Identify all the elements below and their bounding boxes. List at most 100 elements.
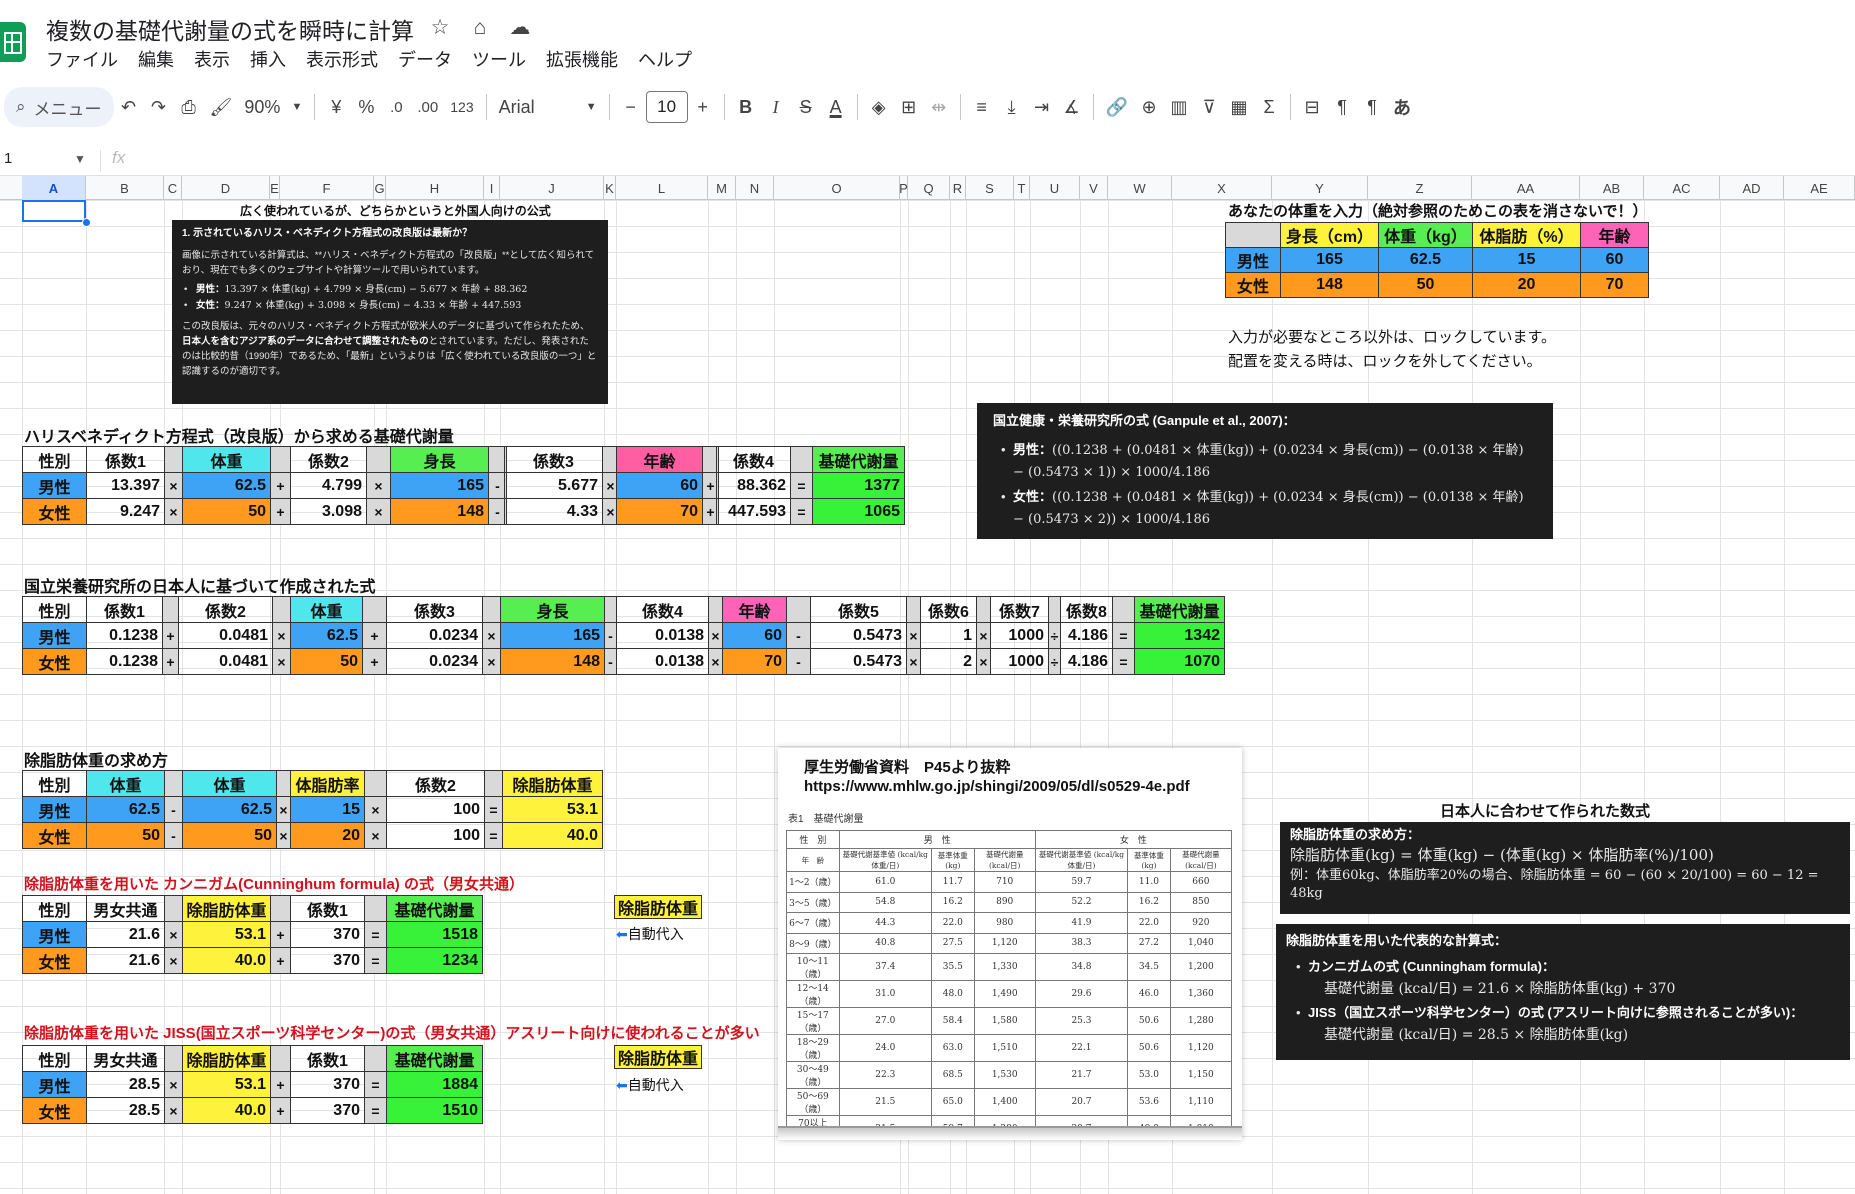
menu-insert[interactable]: 挿入 xyxy=(250,46,286,72)
strikethrough-button[interactable]: S xyxy=(791,89,821,125)
column-header[interactable]: U xyxy=(1030,176,1080,200)
ltr-icon[interactable]: ¶ xyxy=(1327,89,1357,125)
menu-view[interactable]: 表示 xyxy=(194,46,230,72)
functions-icon[interactable]: Σ xyxy=(1254,89,1284,125)
table-cell: 10～11（歳） xyxy=(786,953,840,981)
menu-help[interactable]: ヘルプ xyxy=(638,46,692,72)
selected-cell[interactable] xyxy=(22,200,86,222)
increase-font-size-icon[interactable]: + xyxy=(688,89,718,125)
column-header[interactable]: AE xyxy=(1784,176,1855,200)
menu-data[interactable]: データ xyxy=(398,46,452,72)
column-header[interactable]: C xyxy=(164,176,182,200)
menu-extensions[interactable]: 拡張機能 xyxy=(546,46,618,72)
vertical-align-icon[interactable]: ⤓ xyxy=(997,89,1027,125)
cun-autofill[interactable]: ⬅自動代入 xyxy=(616,924,684,944)
filter-views-icon[interactable]: ▦ xyxy=(1224,89,1254,125)
rtl-icon[interactable]: ¶ xyxy=(1357,89,1387,125)
column-header[interactable]: Z xyxy=(1368,176,1472,200)
fill-color-icon[interactable]: ◈ xyxy=(864,89,894,125)
table-value: 20 xyxy=(290,822,365,849)
column-header[interactable]: I xyxy=(484,176,500,200)
input-male-bodyfat[interactable]: 15 xyxy=(1472,247,1581,273)
column-header[interactable]: L xyxy=(616,176,708,200)
column-header[interactable]: AD xyxy=(1720,176,1784,200)
column-header[interactable]: A xyxy=(22,176,86,200)
column-header[interactable]: N xyxy=(736,176,774,200)
document-title[interactable]: 複数の基礎代謝量の式を瞬時に計算 xyxy=(46,12,414,46)
currency-button[interactable]: ¥ xyxy=(321,89,351,125)
column-header[interactable]: E xyxy=(270,176,280,200)
print-icon[interactable]: ⎙ xyxy=(174,89,204,125)
input-female-bodyfat[interactable]: 20 xyxy=(1472,272,1581,298)
undo-icon[interactable]: ↶ xyxy=(114,89,144,125)
text-color-button[interactable]: A xyxy=(821,89,851,125)
input-male-weight[interactable]: 62.5 xyxy=(1378,247,1473,273)
column-header[interactable]: K xyxy=(604,176,616,200)
input-male-height[interactable]: 165 xyxy=(1280,247,1379,273)
table-header: 係数8 xyxy=(1060,596,1113,623)
column-header[interactable]: M xyxy=(708,176,736,200)
cloud-status-icon[interactable]: ☁ xyxy=(506,14,534,42)
zoom-select[interactable]: 90% ▼ xyxy=(238,89,308,125)
column-header[interactable]: S xyxy=(966,176,1014,200)
column-header[interactable]: T xyxy=(1014,176,1030,200)
column-header[interactable]: Q xyxy=(908,176,950,200)
paint-format-icon[interactable]: 🖌 xyxy=(204,89,239,125)
jiss-autofill[interactable]: ⬅自動代入 xyxy=(616,1075,684,1095)
menu-format[interactable]: 表示形式 xyxy=(306,46,378,72)
column-header[interactable]: AA xyxy=(1472,176,1580,200)
menu-tools[interactable]: ツール xyxy=(472,46,526,72)
redo-icon[interactable]: ↷ xyxy=(144,89,174,125)
column-header[interactable]: R xyxy=(950,176,966,200)
star-icon[interactable]: ☆ xyxy=(426,14,454,42)
input-female-weight[interactable]: 50 xyxy=(1378,272,1473,298)
text-rotation-icon[interactable]: ∡ xyxy=(1057,89,1087,125)
column-header[interactable]: H xyxy=(386,176,484,200)
column-header[interactable]: W xyxy=(1108,176,1172,200)
borders-icon[interactable]: ⊞ xyxy=(894,89,924,125)
link-icon[interactable]: 🔗 xyxy=(1100,89,1134,125)
filter-icon[interactable]: ⊽ xyxy=(1194,89,1224,125)
fill-handle[interactable] xyxy=(82,218,91,227)
font-size-input[interactable]: 10 xyxy=(645,91,688,123)
increase-decimal-button[interactable]: .00 xyxy=(411,89,444,125)
chart-icon[interactable]: ▥ xyxy=(1164,89,1194,125)
freeze-icon[interactable]: ⊟ xyxy=(1297,89,1327,125)
column-header[interactable]: AB xyxy=(1580,176,1644,200)
menu-search[interactable]: ⌕ メニュー xyxy=(4,87,114,127)
column-header[interactable]: V xyxy=(1080,176,1108,200)
column-header[interactable]: D xyxy=(182,176,270,200)
input-female-height[interactable]: 148 xyxy=(1280,272,1379,298)
decrease-decimal-button[interactable]: .0 xyxy=(381,89,411,125)
chevron-down-icon[interactable]: ▼ xyxy=(74,152,86,166)
input-tools-button[interactable]: あ xyxy=(1387,89,1417,125)
percent-button[interactable]: % xyxy=(351,89,381,125)
menu-file[interactable]: ファイル xyxy=(46,46,118,72)
font-select[interactable]: Arial ▼ xyxy=(493,89,603,125)
merge-cells-icon[interactable]: ⇹ xyxy=(924,89,954,125)
column-header[interactable]: F xyxy=(280,176,374,200)
result-cell: 1518 xyxy=(386,921,483,948)
column-header[interactable]: AC xyxy=(1644,176,1720,200)
mhlw-table-image[interactable]: 厚生労働省資料 P45より抜粋 https://www.mhlw.go.jp/s… xyxy=(778,748,1242,1140)
column-header[interactable]: P xyxy=(899,176,908,200)
input-male-age[interactable]: 60 xyxy=(1580,247,1649,273)
sheets-logo-icon[interactable] xyxy=(0,22,26,62)
bold-button[interactable]: B xyxy=(731,89,761,125)
column-header[interactable]: Y xyxy=(1272,176,1368,200)
column-header[interactable]: G xyxy=(374,176,386,200)
italic-button[interactable]: I xyxy=(761,89,791,125)
column-header[interactable]: X xyxy=(1172,176,1272,200)
horizontal-align-icon[interactable]: ≡ xyxy=(967,89,997,125)
text-wrap-icon[interactable]: ⇥ xyxy=(1027,89,1057,125)
column-header[interactable]: J xyxy=(500,176,604,200)
more-formats-button[interactable]: 123 xyxy=(444,89,479,125)
move-folder-icon[interactable]: ⌂ xyxy=(466,14,494,42)
column-header[interactable]: O xyxy=(774,176,900,200)
input-female-age[interactable]: 70 xyxy=(1580,272,1649,298)
operator-cell: × xyxy=(276,796,291,823)
comment-icon[interactable]: ⊕ xyxy=(1134,89,1164,125)
menu-edit[interactable]: 編集 xyxy=(138,46,174,72)
column-header[interactable]: B xyxy=(86,176,164,200)
decrease-font-size-icon[interactable]: − xyxy=(616,89,646,125)
